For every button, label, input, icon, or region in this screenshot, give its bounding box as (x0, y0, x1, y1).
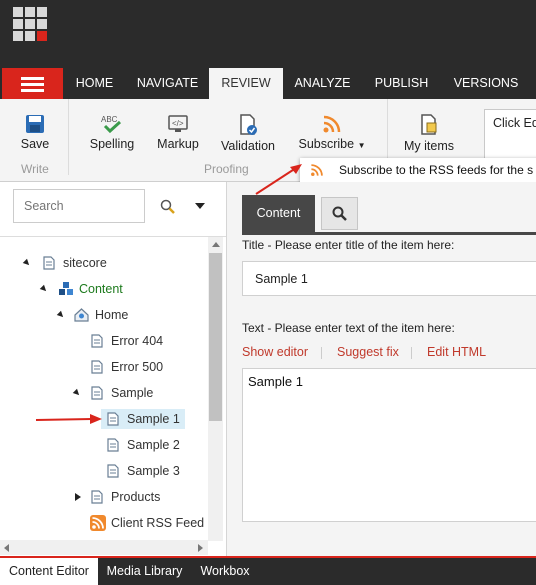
group-divider (68, 99, 69, 175)
show-editor-link[interactable]: Show editor (242, 345, 308, 359)
tooltip-text: Subscribe to the RSS feeds for the s (339, 163, 534, 177)
tab-review[interactable]: REVIEW (209, 68, 283, 99)
content-cubes-icon (59, 282, 73, 295)
rss-icon (90, 515, 106, 531)
subscribe-button[interactable]: Subscribe ▼ (296, 114, 368, 151)
tab-navigate[interactable]: NAVIGATE (126, 68, 209, 99)
tab-publish[interactable]: PUBLISH (362, 68, 441, 99)
search-icon[interactable] (160, 199, 176, 215)
rss-icon (311, 164, 323, 176)
rss-icon (323, 115, 341, 133)
search-input[interactable] (13, 189, 145, 223)
my-items-button[interactable]: My items (402, 114, 456, 153)
link-divider (411, 347, 412, 359)
tree-item-home[interactable]: Home (73, 305, 193, 325)
tree-scroll-thumb[interactable] (209, 253, 222, 421)
text-field-value: Sample 1 (248, 374, 303, 389)
tree-item-error-500[interactable]: Error 500 (89, 357, 199, 377)
save-button[interactable]: Save (13, 114, 57, 151)
tree-item-client-rss-feed[interactable]: Client RSS Feed (89, 513, 207, 533)
text-rich-field[interactable]: Sample 1 (242, 368, 536, 522)
top-bar (0, 0, 536, 47)
subscribe-tooltip: Subscribe to the RSS feeds for the s (300, 158, 536, 182)
scroll-up-icon[interactable] (212, 242, 220, 247)
hamburger-icon[interactable] (2, 68, 63, 99)
bottom-tab-media-library[interactable]: Media Library (98, 558, 191, 585)
svg-text:ABC: ABC (101, 115, 118, 124)
expand-products-icon[interactable] (75, 493, 81, 501)
home-icon (74, 308, 89, 322)
search-icon (332, 206, 347, 221)
title-field-label: Title - Please enter title of the item h… (242, 238, 455, 252)
tree-item-products[interactable]: Products (89, 487, 199, 507)
tree-horizontal-scrollbar[interactable] (0, 540, 208, 555)
tab-home[interactable]: HOME (63, 68, 126, 99)
validation-icon (240, 114, 257, 135)
document-icon (91, 490, 103, 504)
svg-text:</>: </> (172, 119, 184, 128)
save-icon (26, 115, 44, 133)
tree-item-sample-1[interactable]: Sample 1 (101, 409, 185, 429)
annotation-arrow-subscribe (255, 164, 302, 195)
scroll-right-icon[interactable] (198, 544, 203, 552)
document-icon (107, 438, 119, 452)
chevron-down-icon: ▼ (357, 141, 366, 150)
tree-item-content[interactable]: Content (57, 279, 177, 299)
tab-underline (242, 232, 536, 235)
spellcheck-icon: ABC (101, 115, 122, 134)
divider (0, 236, 226, 237)
document-icon (43, 256, 55, 270)
save-label: Save (20, 137, 50, 151)
tree-item-sample[interactable]: Sample (89, 383, 199, 403)
bottom-tab-content-editor[interactable]: Content Editor (0, 558, 98, 585)
sitecore-logo-icon[interactable] (13, 7, 47, 41)
tree-item-error-404[interactable]: Error 404 (89, 331, 199, 351)
scroll-left-icon[interactable] (4, 544, 9, 552)
my-items-icon (421, 114, 437, 135)
bottom-tab-workbox[interactable]: Workbox (191, 558, 259, 585)
search-tab-button[interactable] (321, 197, 358, 230)
edit-html-link[interactable]: Edit HTML (427, 345, 486, 359)
tab-analyze[interactable]: ANALYZE (283, 68, 362, 99)
annotation-arrow-sample-1 (35, 414, 102, 424)
write-group-label: Write (21, 162, 49, 176)
validation-button[interactable]: Validation (219, 114, 277, 153)
text-field-label: Text - Please enter text of the item her… (242, 321, 455, 335)
tree-item-sample-3[interactable]: Sample 3 (105, 461, 195, 481)
document-icon (107, 412, 119, 426)
markup-button[interactable]: </> Markup (155, 114, 201, 151)
suggest-fix-link[interactable]: Suggest fix (337, 345, 399, 359)
link-divider (321, 347, 322, 359)
proofing-group-label: Proofing (204, 162, 249, 176)
tree-item-sitecore[interactable]: sitecore (41, 253, 161, 273)
search-options-chevron-icon[interactable] (195, 203, 205, 209)
document-icon (91, 334, 103, 348)
document-icon (91, 386, 103, 400)
tree-item-sample-2[interactable]: Sample 2 (105, 435, 195, 455)
markup-icon: </> (168, 115, 188, 132)
document-icon (107, 464, 119, 478)
spelling-button[interactable]: ABC Spelling (87, 114, 137, 151)
document-icon (91, 360, 103, 374)
tab-versions[interactable]: VERSIONS (441, 68, 531, 99)
title-field[interactable] (242, 261, 536, 296)
tab-content[interactable]: Content (242, 195, 315, 232)
